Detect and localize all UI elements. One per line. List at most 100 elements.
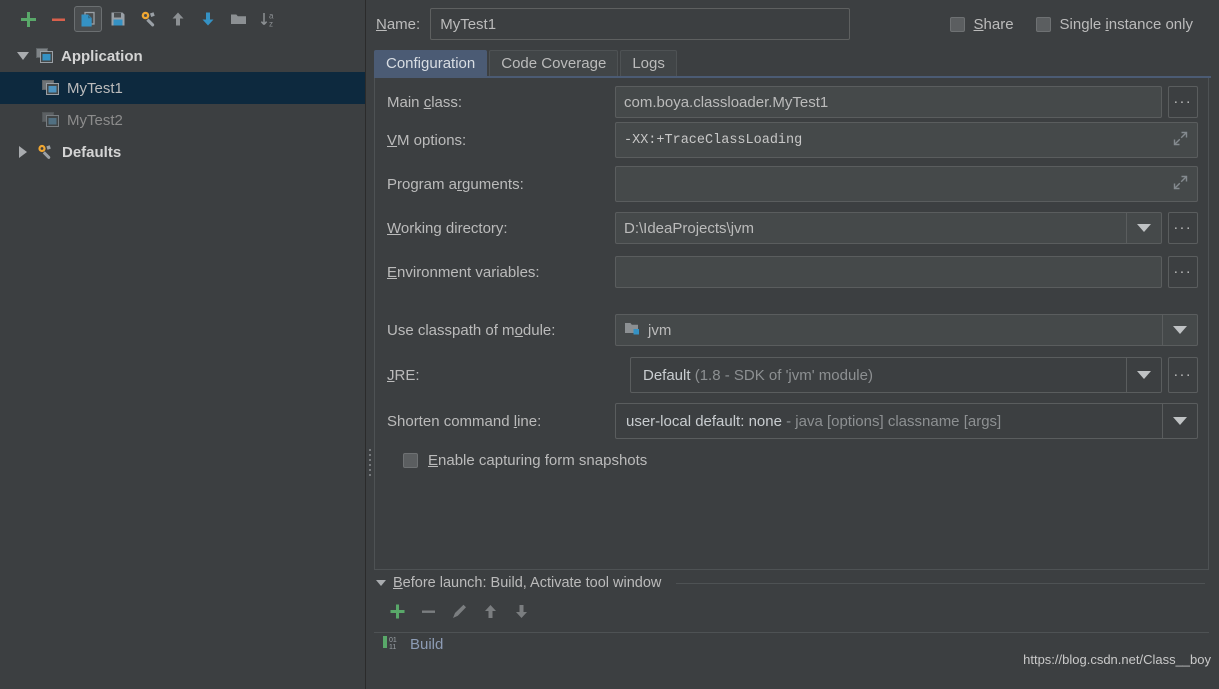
single-instance-label: Single instance only [1059,15,1193,33]
form-spacer [375,294,1208,308]
checkbox-box [1035,16,1051,32]
jre-browse-button[interactable]: ... [1168,357,1198,393]
main-class-browse-button[interactable]: ... [1168,86,1198,118]
header-checkbox-group: Share Single instance only [949,15,1208,33]
tab-code-coverage[interactable]: Code Coverage [489,50,619,76]
jre-row: JRE: Default (1.8 - SDK of 'jvm' module)… [375,352,1208,398]
name-label: Name: [376,15,421,33]
checkbox-box [949,16,965,32]
shorten-command-line-hint: - java [options] classname [args] [786,412,1002,430]
single-instance-checkbox[interactable]: Single instance only [1035,15,1193,33]
program-arguments-row: Program arguments: [375,162,1208,206]
shorten-command-line-combo[interactable]: user-local default: none - java [options… [615,403,1198,439]
tree-toolbar: a z [0,0,365,38]
remove-configuration-button[interactable] [44,6,72,32]
add-configuration-button[interactable] [14,6,42,32]
program-arguments-input[interactable] [615,166,1198,202]
before-launch-move-up-button[interactable] [481,602,500,625]
tree-node-defaults[interactable]: Defaults [0,136,365,168]
tree-node-label: Defaults [62,143,122,161]
use-classpath-of-module-combo[interactable]: jvm [615,314,1198,346]
vm-options-input[interactable]: -XX:+TraceClassLoading [615,122,1198,158]
vm-options-row: VM options: -XX:+TraceClassLoading [375,118,1208,162]
wrench-icon [141,11,155,26]
before-launch-edit-button[interactable] [450,602,469,625]
module-icon [624,321,642,340]
save-icon [111,12,125,26]
edit-defaults-button[interactable] [134,6,162,32]
use-classpath-of-module-label: Use classpath of module: [387,321,556,339]
editor-tabs: Configuration Code Coverage Logs [366,48,1219,76]
tab-logs[interactable]: Logs [620,50,677,76]
new-folder-button[interactable] [224,6,252,32]
tree-node-label: MyTest1 [67,79,123,97]
wrench-icon [36,143,55,161]
arrow-up-icon [485,604,496,618]
save-configuration-button[interactable] [104,6,132,32]
copy-icon [81,11,95,27]
chevron-down-icon [1173,326,1187,334]
main-class-input[interactable]: com.boya.classloader.MyTest1 [615,86,1162,118]
sort-alphabetically-button[interactable]: a z [254,6,282,32]
chevron-down-icon [1173,417,1187,425]
expand-toggle-application[interactable] [10,52,36,60]
configuration-editor-panel: Name: MyTest1 Share Single instance only… [366,0,1219,689]
chevron-down-icon [17,52,29,60]
expand-editor-icon[interactable] [1172,130,1189,151]
tree-node-application[interactable]: Application [0,40,365,72]
move-down-button[interactable] [194,6,222,32]
tree-node-label: MyTest2 [67,111,123,129]
vm-options-label: VM options: [387,131,467,149]
environment-variables-input[interactable] [615,256,1162,288]
shorten-command-line-dropdown-button[interactable] [1162,404,1197,438]
configurations-tree-panel: a z Application MyTest1 MyTest2 Defaults [0,0,366,689]
environment-variables-browse-button[interactable]: ... [1168,256,1198,288]
chevron-down-icon [1137,371,1151,379]
move-up-button[interactable] [164,6,192,32]
application-icon [42,80,60,96]
share-checkbox[interactable]: Share [949,15,1014,33]
working-directory-browse-button[interactable]: ... [1168,212,1198,244]
tab-configuration[interactable]: Configuration [374,50,488,76]
folder-icon [230,14,246,24]
shorten-command-line-row: Shorten command line: user-local default… [375,398,1208,444]
module-value: jvm [648,321,672,339]
share-label: Share [973,15,1014,33]
jre-value: Default [643,366,691,384]
enable-capturing-checkbox[interactable]: Enable capturing form snapshots [375,444,1208,476]
configuration-form: Main class: com.boya.classloader.MyTest1… [374,78,1209,570]
plus-icon [20,11,36,27]
checkbox-box [403,452,418,468]
jre-dropdown-button[interactable] [1126,358,1161,392]
configurations-tree[interactable]: Application MyTest1 MyTest2 Defaults [0,38,365,689]
working-directory-dropdown-button[interactable] [1126,213,1161,243]
before-launch-move-down-button[interactable] [512,602,531,625]
expand-toggle-defaults[interactable] [10,146,36,158]
program-arguments-label: Program arguments: [387,175,524,193]
tree-node-mytest1[interactable]: MyTest1 [0,72,365,104]
working-directory-input[interactable]: D:\IdeaProjects\jvm [615,212,1162,244]
environment-variables-row: Environment variables: ... [375,250,1208,294]
use-classpath-of-module-row: Use classpath of module: jvm [375,308,1208,352]
run-configurations-dialog: a z Application MyTest1 MyTest2 Defaults… [0,0,1219,689]
minus-icon [51,18,65,21]
watermark-text: https://blog.csdn.net/Class__boy [1023,652,1211,667]
before-launch-add-button[interactable] [388,602,407,625]
arrow-up-icon [172,12,184,26]
name-input[interactable]: MyTest1 [430,8,851,40]
jre-label: JRE: [387,366,420,384]
pencil-icon [453,604,466,618]
panel-splitter-handle[interactable] [366,440,373,484]
copy-configuration-button[interactable] [74,6,102,32]
jre-value-hint: (1.8 - SDK of 'jvm' module) [694,366,873,384]
before-launch-toolbar [374,596,1209,630]
tree-node-mytest2[interactable]: MyTest2 [0,104,365,136]
before-launch-remove-button[interactable] [419,602,438,625]
module-dropdown-button[interactable] [1162,315,1197,345]
before-launch-header[interactable]: Before launch: Build, Activate tool wind… [374,570,1209,596]
expand-editor-icon[interactable] [1172,174,1189,195]
build-icon: 01 11 [382,635,404,654]
working-directory-row: Working directory: D:\IdeaProjects\jvm .… [375,206,1208,250]
jre-combo[interactable]: Default (1.8 - SDK of 'jvm' module) [630,357,1162,393]
enable-capturing-label: Enable capturing form snapshots [428,451,648,469]
